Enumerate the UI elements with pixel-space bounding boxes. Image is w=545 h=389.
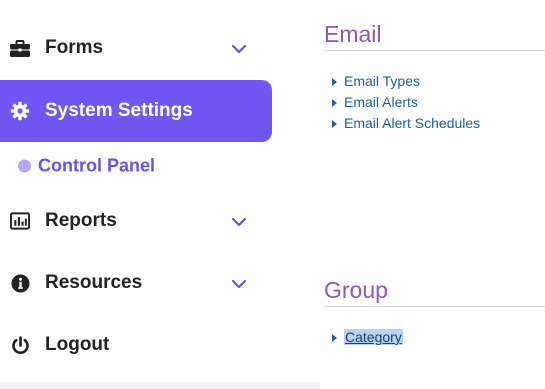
link-email-types[interactable]: Email Types: [324, 71, 545, 92]
chevron-down-icon[interactable]: [230, 42, 248, 54]
sidebar-item-reports[interactable]: Reports: [0, 195, 272, 247]
sidebar-item-label: Resources: [45, 272, 143, 293]
group-section: Group Category: [324, 277, 545, 348]
group-link-list: Category: [324, 327, 545, 348]
link-category[interactable]: Category: [324, 327, 545, 348]
sidebar-item-label: Logout: [45, 334, 110, 355]
sidebar-item-label: System Settings: [45, 100, 193, 121]
sidebar-item-resources[interactable]: Resources: [0, 257, 272, 309]
link-email-alerts[interactable]: Email Alerts: [324, 92, 545, 113]
sidebar-item-forms[interactable]: Forms: [0, 22, 272, 74]
link-email-alert-schedules[interactable]: Email Alert Schedules: [324, 113, 545, 134]
briefcase-icon: [10, 38, 30, 58]
bullet-dot-icon: [18, 159, 31, 173]
sidebar-item-logout[interactable]: Logout: [0, 319, 272, 371]
sidebar-bottom-divider: [0, 382, 320, 389]
bar-chart-icon: [10, 211, 30, 231]
selected-link-text[interactable]: Category: [344, 329, 403, 345]
sidebar-item-label: Forms: [45, 37, 104, 58]
chevron-down-icon[interactable]: [230, 277, 248, 289]
info-icon: [10, 273, 30, 293]
chevron-down-icon[interactable]: [230, 215, 248, 227]
sidebar-item-label: Reports: [45, 210, 117, 231]
power-icon: [10, 335, 30, 355]
section-title-group: Group: [324, 277, 545, 307]
email-section: Email Email Types Email Alerts Email Ale…: [324, 21, 545, 134]
sidebar-item-system-settings[interactable]: System Settings: [0, 80, 272, 142]
sidebar-subitem-label: Control Panel: [38, 155, 156, 176]
sidebar: Forms System Settings Control Panel Repo…: [0, 0, 320, 389]
email-link-list: Email Types Email Alerts Email Alert Sch…: [324, 71, 545, 134]
gear-icon: [10, 101, 30, 121]
section-title-email: Email: [324, 21, 545, 51]
